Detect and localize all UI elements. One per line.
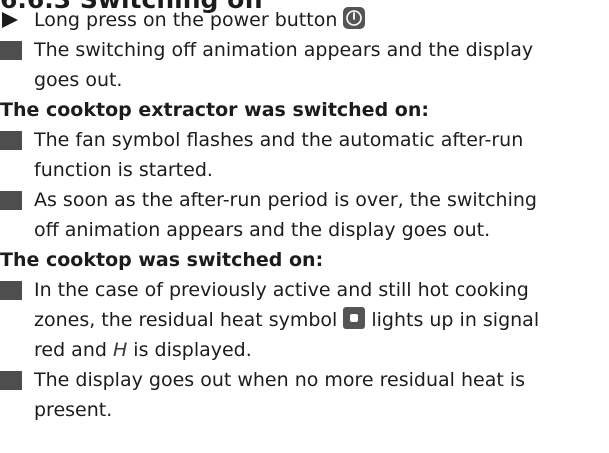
instruction-step: Long press on the power button [0,5,609,38]
result-line: function is started. [34,159,213,181]
result-item: The fan symbol flashes and the automatic… [0,125,609,155]
result-line: zones, the residual heat symbol [34,309,338,331]
extractor-subheading: The cooktop extractor was switched on: [0,99,429,121]
result-item-continued: function is started. [0,155,609,185]
result-line: The display goes out when no more residu… [34,369,526,391]
result-line: The switching off animation appears and … [34,39,534,61]
residual-heat-icon [343,307,366,329]
result-line: is displayed. [127,339,252,361]
result-item-continued: zones, the residual heat symbol lights up… [0,305,609,335]
result-bullet-icon [0,41,22,60]
result-item-continued: red and H is displayed. [0,335,609,365]
result-bullet-icon [0,191,22,210]
result-item-continued: goes out. [0,65,609,95]
step-text: Long press on the power button [34,9,338,31]
result-item: As soon as the after-run period is over,… [0,185,609,215]
result-item-continued: present. [0,395,609,425]
result-line: The fan symbol flashes and the automatic… [34,129,524,151]
result-bullet-icon [0,371,22,390]
manual-page: 6.6.3 Switching off Long press on the po… [0,0,609,453]
result-line: In the case of previously active and sti… [34,279,529,301]
result-bullet-icon [0,281,22,300]
result-line: As soon as the after-run period is over,… [34,189,537,211]
result-bullet-icon [0,131,22,150]
result-item: In the case of previously active and sti… [0,275,609,305]
result-item: The switching off animation appears and … [0,35,609,65]
cooktop-subheading: The cooktop was switched on: [0,249,324,271]
result-item: The display goes out when no more residu… [0,365,609,395]
step-arrow-icon [2,12,18,28]
h-symbol: H [112,339,128,361]
result-line: present. [34,399,113,421]
result-line: lights up in signal [371,309,540,331]
result-line: goes out. [34,69,123,91]
power-button-icon [343,7,366,38]
result-line: red and [34,339,113,361]
result-item-continued: off animation appears and the display go… [0,215,609,245]
result-line: off animation appears and the display go… [34,219,491,241]
